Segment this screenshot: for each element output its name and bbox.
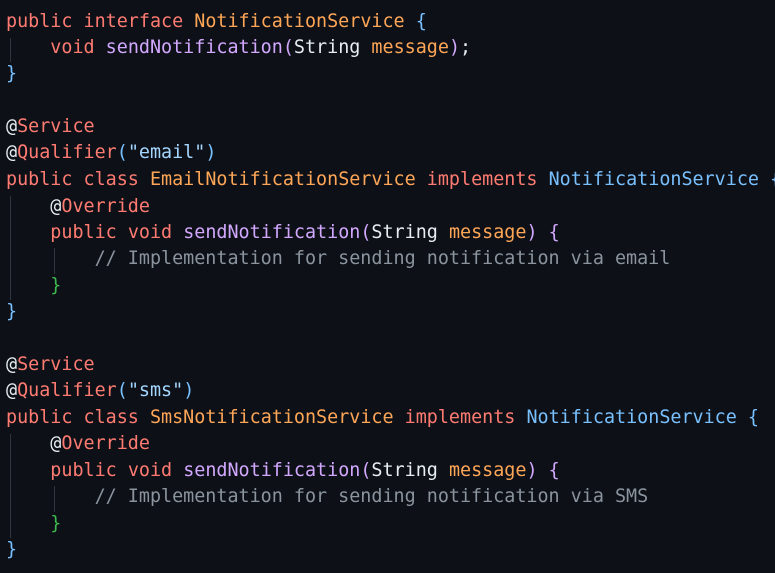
- annotation-service: Service: [17, 354, 95, 375]
- code-line-12[interactable]: }: [6, 299, 17, 325]
- method-name: sendNotification: [183, 222, 361, 243]
- code-line-19[interactable]: // Implementation for sending notificati…: [6, 484, 649, 510]
- keyword-void: void: [50, 37, 95, 58]
- brace-close: }: [6, 539, 18, 560]
- code-line-2[interactable]: void sendNotification(String message);: [6, 35, 471, 61]
- paren-close: ): [448, 37, 461, 58]
- keyword-public: public: [50, 460, 117, 481]
- interface-ref: NotificationService: [526, 407, 737, 428]
- annotation-qualifier: Qualifier: [17, 142, 117, 163]
- keyword-void: void: [127, 222, 173, 243]
- keyword-class: class: [83, 407, 139, 428]
- string-literal: "email": [127, 142, 206, 163]
- param-type: String: [293, 37, 361, 58]
- code-line-1[interactable]: public interface NotificationService {: [6, 9, 427, 35]
- keyword-public: public: [6, 11, 73, 32]
- class-name: SmsNotificationService: [149, 407, 394, 428]
- code-line-6[interactable]: @Qualifier("email"): [6, 140, 216, 166]
- brace-open: {: [747, 407, 759, 428]
- paren-open: (: [116, 142, 128, 163]
- code-line-3[interactable]: }: [6, 61, 17, 87]
- paren-open: (: [360, 460, 372, 481]
- keyword-implements: implements: [426, 169, 538, 190]
- code-line-15[interactable]: @Qualifier("sms"): [6, 378, 194, 404]
- code-line-9[interactable]: public void sendNotification(String mess…: [6, 220, 560, 246]
- brace-open: {: [415, 11, 427, 32]
- code-comment: // Implementation for sending notificati…: [94, 486, 649, 507]
- keyword-implements: implements: [404, 407, 516, 428]
- brace-open: {: [770, 169, 775, 190]
- paren-close: ): [526, 460, 538, 481]
- code-line-10[interactable]: // Implementation for sending notificati…: [6, 246, 671, 272]
- brace-close: }: [6, 301, 18, 322]
- code-line-21[interactable]: }: [6, 537, 17, 563]
- paren-open: (: [360, 222, 372, 243]
- brace-close: }: [50, 275, 62, 296]
- paren-close: ): [183, 380, 195, 401]
- method-name: sendNotification: [105, 37, 283, 58]
- code-line-5[interactable]: @Service: [6, 114, 95, 140]
- code-line-17[interactable]: @Override: [6, 431, 150, 457]
- annotation-at: @: [6, 116, 18, 137]
- param-name: message: [448, 222, 527, 243]
- param-name: message: [448, 460, 527, 481]
- annotation-at: @: [6, 380, 18, 401]
- code-line-8[interactable]: @Override: [6, 194, 150, 220]
- interface-name: NotificationService: [194, 11, 405, 32]
- code-editor[interactable]: public interface NotificationService { v…: [0, 0, 775, 573]
- annotation-service: Service: [17, 116, 95, 137]
- brace-close: }: [6, 63, 18, 84]
- param-name: message: [371, 37, 449, 58]
- annotation-at: @: [6, 354, 18, 375]
- semicolon: ;: [460, 37, 472, 58]
- paren-open: (: [116, 380, 128, 401]
- annotation-at: @: [6, 142, 18, 163]
- code-line-18[interactable]: public void sendNotification(String mess…: [6, 458, 560, 484]
- annotation-override: Override: [61, 196, 150, 217]
- method-name: sendNotification: [183, 460, 361, 481]
- keyword-void: void: [127, 460, 173, 481]
- paren-close: ): [205, 142, 217, 163]
- paren-close: ): [526, 222, 538, 243]
- code-line-11[interactable]: }: [6, 273, 61, 299]
- keyword-public: public: [6, 169, 73, 190]
- keyword-interface: interface: [83, 11, 184, 32]
- string-literal: "sms": [127, 380, 184, 401]
- param-type: String: [371, 222, 438, 243]
- brace-close: }: [50, 513, 62, 534]
- keyword-class: class: [83, 169, 139, 190]
- code-line-7[interactable]: public class EmailNotificationService im…: [6, 167, 775, 193]
- keyword-public: public: [6, 407, 73, 428]
- code-comment: // Implementation for sending notificati…: [94, 248, 671, 269]
- brace-open: {: [548, 222, 560, 243]
- code-line-20[interactable]: }: [6, 511, 61, 537]
- interface-ref: NotificationService: [548, 169, 759, 190]
- annotation-at: @: [50, 196, 62, 217]
- annotation-override: Override: [61, 433, 150, 454]
- code-line-14[interactable]: @Service: [6, 352, 95, 378]
- code-line-16[interactable]: public class SmsNotificationService impl…: [6, 405, 759, 431]
- paren-open: (: [282, 37, 294, 58]
- param-type: String: [371, 460, 438, 481]
- annotation-at: @: [50, 433, 62, 454]
- brace-open: {: [548, 460, 560, 481]
- class-name: EmailNotificationService: [149, 169, 416, 190]
- keyword-public: public: [50, 222, 117, 243]
- annotation-qualifier: Qualifier: [17, 380, 117, 401]
